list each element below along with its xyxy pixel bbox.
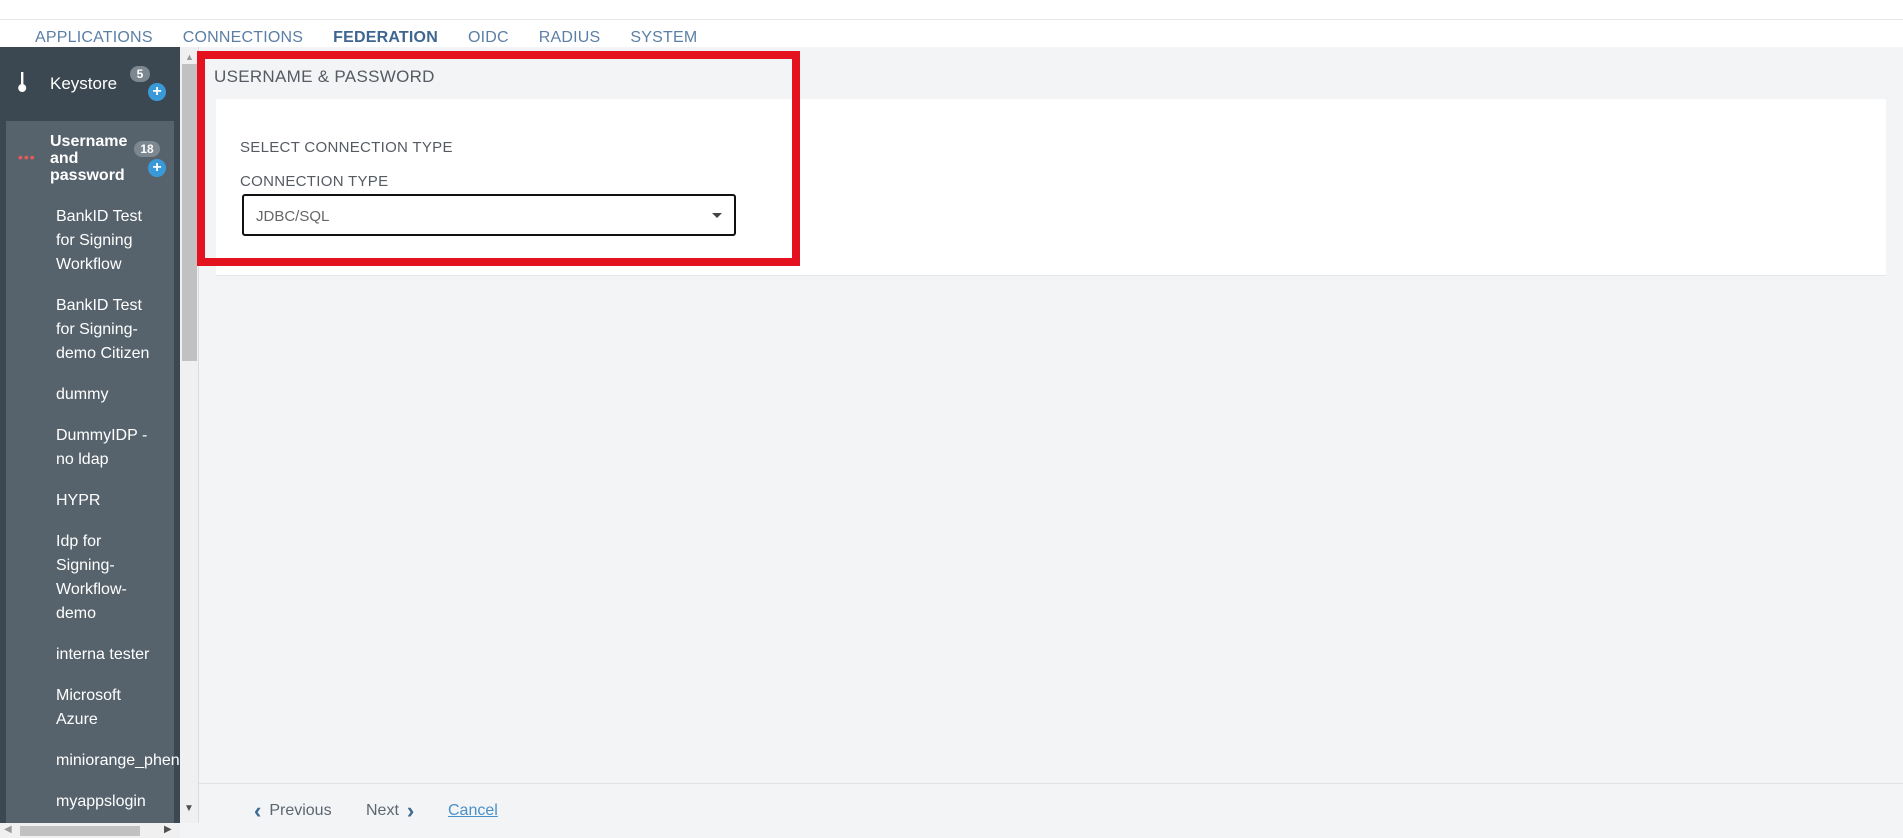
sidebar-group-username-password: ••• Username and password 18 + BankID Te…	[6, 121, 180, 838]
next-label: Next	[366, 802, 399, 819]
scrollbar-thumb[interactable]	[182, 64, 197, 361]
more-options-icon[interactable]: •••	[18, 149, 36, 165]
scroll-up-icon[interactable]: ▲	[185, 52, 194, 62]
main-content: USERNAME & PASSWORD SELECT CONNECTION TY…	[200, 47, 1903, 783]
sidebar-item-bankid-signing-workflow[interactable]: BankID Test for Signing Workflow	[56, 205, 156, 277]
sidebar-item-label: Keystore	[50, 74, 118, 93]
count-badge: 18	[134, 141, 160, 157]
top-bar	[0, 10, 1903, 20]
next-button[interactable]: Next ›	[366, 798, 415, 823]
sidebar-item-idp-signing[interactable]: Idp for Signing-Workflow-demo	[56, 530, 156, 626]
sidebar-item-miniorange[interactable]: miniorange_phen	[56, 749, 180, 773]
wizard-footer: ‹ Previous Next › Cancel	[200, 784, 1903, 838]
sidebar-item-dummy[interactable]: dummy	[56, 383, 156, 407]
chevron-down-icon	[712, 213, 722, 218]
connection-type-card: SELECT CONNECTION TYPE CONNECTION TYPE J…	[216, 99, 1886, 276]
scroll-down-icon[interactable]: ▼	[184, 803, 194, 814]
scrollbar-thumb[interactable]	[20, 826, 140, 836]
sidebar-vertical-scrollbar[interactable]: ▲ ▼	[180, 47, 199, 823]
sidebar-item-bankid-signing-demo[interactable]: BankID Test for Signing-demo Citizen	[56, 294, 156, 366]
section-heading: SELECT CONNECTION TYPE	[240, 139, 453, 156]
chevron-left-icon: ‹	[254, 798, 262, 823]
sidebar-item-interna-tester[interactable]: interna tester	[56, 643, 156, 667]
sidebar-item-myappslogin[interactable]: myappslogin	[56, 790, 180, 814]
sidebar-items: BankID Test for Signing Workflow BankID …	[56, 205, 180, 831]
top-navigation: APPLICATIONS CONNECTIONS FEDERATION OIDC…	[0, 0, 1903, 47]
sidebar-group-label[interactable]: Username and password	[50, 133, 140, 184]
add-connection-button[interactable]: +	[148, 159, 166, 177]
cancel-link[interactable]: Cancel	[448, 802, 498, 820]
sidebar-item-dummyidp[interactable]: DummyIDP - no ldap	[56, 424, 156, 472]
add-keystore-button[interactable]: +	[148, 83, 166, 101]
page-title: USERNAME & PASSWORD	[214, 67, 435, 86]
count-badge: 5	[130, 66, 150, 82]
sidebar-item-microsoft-azure[interactable]: Microsoft Azure	[56, 684, 156, 732]
connection-type-label: CONNECTION TYPE	[240, 173, 389, 190]
scroll-left-icon[interactable]: ◀	[4, 824, 12, 835]
sidebar-horizontal-scrollbar[interactable]: ◀ ▶	[0, 823, 180, 838]
thermometer-key-icon	[18, 72, 27, 92]
chevron-right-icon: ›	[406, 798, 415, 823]
sidebar: Keystore 5 + ••• Username and password 1…	[0, 47, 180, 838]
connection-type-value: JDBC/SQL	[256, 208, 330, 225]
previous-button[interactable]: ‹ Previous	[254, 798, 332, 823]
sidebar-item-hypr[interactable]: HYPR	[56, 489, 156, 513]
connection-type-select[interactable]: JDBC/SQL	[242, 194, 736, 236]
previous-label: Previous	[269, 802, 332, 819]
sidebar-item-keystore[interactable]: Keystore 5 +	[0, 47, 180, 119]
scroll-right-icon[interactable]: ▶	[164, 824, 172, 835]
